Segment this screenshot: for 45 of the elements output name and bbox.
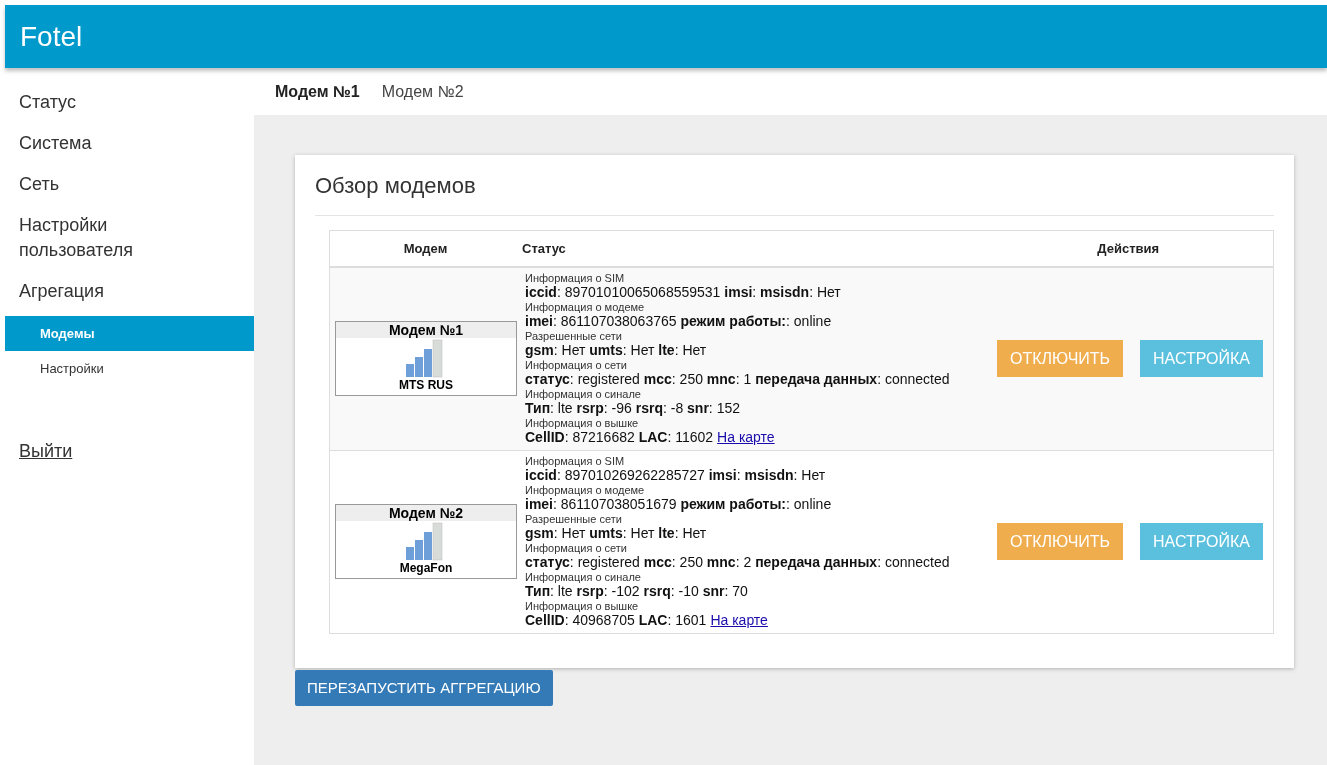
status-line: Тип: lte rsrp: -96 rsrq: -8 snr: 152 xyxy=(525,399,741,417)
sidebar-item[interactable]: Сеть xyxy=(5,168,155,209)
logout-link[interactable]: Выйти xyxy=(5,441,254,462)
status-line: iccid: 89701010065068559531 imsi: msisdn: Нет xyxy=(525,283,842,301)
column-header: Модем xyxy=(329,230,521,267)
modem-tab[interactable]: Модем №2 xyxy=(381,82,464,101)
section-label: Информация о сети xyxy=(525,358,628,371)
status-line: CellID: 87216682 LAC: 11602 xyxy=(525,428,714,446)
sidebar-item[interactable]: Статус xyxy=(5,86,155,127)
status-line: gsm: Нет umts: Нет lte: Нет xyxy=(525,341,708,359)
status-line: статус: registered mcc: 250 mnc: 2 передача данных: connected xyxy=(525,553,951,571)
restart-button[interactable]: ПЕРЕЗАПУСТИТЬ АГГРЕГАЦИЮ xyxy=(295,669,553,706)
status-line: статус: registered mcc: 250 mnc: 1 передача данных: connected xyxy=(525,370,951,388)
operator-name: MegaFon xyxy=(399,561,453,575)
column-header: Статус xyxy=(521,230,984,267)
section-label: Разрешенные сети xyxy=(525,512,623,525)
status-line: iccid: 897010269262285727 imsi: msisdn: Нет xyxy=(525,466,827,484)
section-label: Информация о синале xyxy=(525,570,642,583)
section-label: Информация о SIM xyxy=(525,454,626,467)
section-label: Информация о модеме xyxy=(525,483,646,496)
section-label: Информация о вышке xyxy=(525,416,640,429)
brand-title: Fotel xyxy=(20,20,83,53)
section-label: Информация о SIM xyxy=(525,271,626,284)
modem-name: Модем №2 xyxy=(336,505,516,521)
section-label: Информация о сети xyxy=(525,541,628,554)
status-line: gsm: Нет umts: Нет lte: Нет xyxy=(525,524,708,542)
status-line: imei: 861107038063765 режим работы:: online xyxy=(525,312,833,330)
modem-name: Модем №1 xyxy=(336,322,516,338)
sidebar-subitem[interactable]: Настройки xyxy=(5,351,254,386)
sidebar-item[interactable]: Система xyxy=(5,127,155,168)
map-link[interactable]: На карте xyxy=(717,428,775,446)
column-header: Действия xyxy=(983,230,1274,267)
operator-name: MTS RUS xyxy=(399,378,453,392)
map-link[interactable]: На карте xyxy=(710,611,768,629)
status-line: imei: 861107038051679 режим работы:: online xyxy=(525,495,833,513)
section-label: Информация о синале xyxy=(525,387,642,400)
modem-tab[interactable]: Модем №1 xyxy=(275,82,360,101)
sidebar-item[interactable]: Настройки пользователя xyxy=(5,209,155,275)
status-line: Тип: lte rsrp: -102 rsrq: -10 snr: 70 xyxy=(525,582,749,600)
status-line: CellID: 40968705 LAC: 1601 xyxy=(525,611,707,629)
card-title: Обзор модемов xyxy=(315,173,1274,216)
section-label: Информация о модеме xyxy=(525,300,646,313)
section-label: Информация о вышке xyxy=(525,599,640,612)
section-label: Разрешенные сети xyxy=(525,329,623,342)
sidebar-item[interactable]: Агрегация xyxy=(5,275,155,316)
